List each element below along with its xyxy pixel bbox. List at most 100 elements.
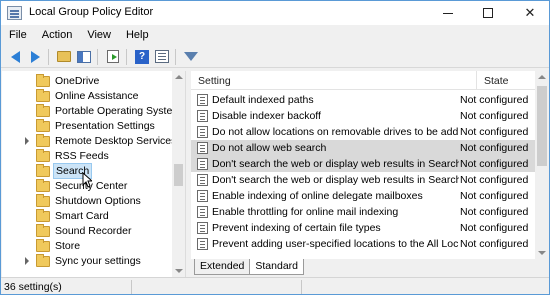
tree-item-portable-operating-system[interactable]: Portable Operating System	[2, 104, 181, 119]
row-state: Not configured	[460, 142, 529, 154]
scroll-up-icon[interactable]	[538, 75, 546, 79]
table-row[interactable]: Prevent indexing of certain file types N…	[191, 220, 535, 236]
forward-icon	[30, 50, 40, 63]
help-button[interactable]: ?	[133, 48, 151, 66]
tree-item-rss-feeds[interactable]: RSS Feeds	[2, 149, 172, 164]
table-row[interactable]: Default indexed paths Not configured	[191, 92, 535, 108]
properties-icon	[155, 50, 169, 63]
maximize-button[interactable]	[471, 1, 505, 25]
minimize-button[interactable]	[431, 1, 465, 25]
row-setting: Prevent adding user-specified locations …	[212, 238, 459, 250]
filter-button[interactable]	[182, 48, 200, 66]
list-header: Setting State	[191, 71, 535, 90]
export-list-button[interactable]	[104, 48, 122, 66]
folder-icon	[36, 209, 50, 222]
column-header-state[interactable]: State	[484, 75, 509, 87]
scroll-up-icon[interactable]	[175, 75, 183, 79]
tree-item-smart-card[interactable]: Smart Card	[2, 209, 172, 224]
menu-action[interactable]: Action	[34, 27, 80, 45]
table-row[interactable]: Disable indexer backoff Not configured	[191, 108, 535, 124]
row-setting: Don't search the web or display web resu…	[212, 174, 459, 186]
window-title: Local Group Policy Editor	[29, 6, 154, 18]
folder-icon	[36, 164, 50, 177]
column-divider[interactable]	[476, 71, 477, 90]
tree-item-label: Presentation Settings	[55, 120, 155, 132]
tree-item-label: Sound Recorder	[55, 225, 132, 237]
row-state: Not configured	[460, 158, 529, 170]
scrollbar-thumb[interactable]	[174, 164, 183, 186]
policy-setting-icon	[197, 190, 208, 202]
folder-icon	[36, 179, 50, 192]
scroll-down-icon[interactable]	[175, 269, 183, 273]
row-setting: Do not allow locations on removable driv…	[212, 126, 459, 138]
toolbar-separator	[126, 48, 127, 65]
policy-setting-icon	[197, 238, 208, 250]
tree-item-onedrive[interactable]: OneDrive	[2, 74, 172, 89]
tree-item-label: Online Assistance	[55, 90, 139, 102]
properties-button[interactable]	[153, 48, 171, 66]
folder-icon	[36, 104, 50, 117]
expand-arrow-icon[interactable]	[25, 137, 29, 145]
folder-icon	[36, 194, 50, 207]
tree-item-remote-desktop-services[interactable]: Remote Desktop Services	[2, 134, 176, 149]
back-button[interactable]	[6, 48, 24, 66]
row-setting: Default indexed paths	[212, 94, 314, 106]
back-icon	[10, 50, 20, 63]
row-setting: Disable indexer backoff	[212, 110, 321, 122]
title-bar[interactable]: Local Group Policy Editor ✕	[1, 1, 549, 25]
menu-file[interactable]: File	[1, 27, 34, 45]
table-row[interactable]: Enable indexing of online delegate mailb…	[191, 188, 535, 204]
tree-vertical-scrollbar[interactable]	[172, 71, 185, 277]
forward-button[interactable]	[26, 48, 44, 66]
minimize-icon	[443, 12, 453, 14]
row-setting: Enable indexing of online delegate mailb…	[212, 190, 423, 202]
show-hide-tree-button[interactable]	[75, 48, 93, 66]
policy-setting-icon	[197, 174, 208, 186]
tree-item-presentation-settings[interactable]: Presentation Settings	[2, 119, 172, 134]
up-one-level-button[interactable]	[55, 48, 73, 66]
help-icon: ?	[135, 49, 149, 64]
menu-view[interactable]: View	[79, 27, 118, 45]
tree-item-shutdown-options[interactable]: Shutdown Options	[2, 194, 172, 209]
tab-extended[interactable]: Extended	[194, 259, 251, 275]
row-setting: Prevent indexing of certain file types	[212, 222, 381, 234]
scroll-down-icon[interactable]	[538, 251, 546, 255]
row-state: Not configured	[460, 110, 529, 122]
table-row[interactable]: Do not allow web search Not configured	[191, 140, 535, 156]
tree-item-sync-your-settings[interactable]: Sync your settings	[2, 254, 172, 269]
row-state: Not configured	[460, 206, 529, 218]
tree-item-label: Portable Operating System	[55, 105, 182, 117]
tree-item-label: Remote Desktop Services	[55, 135, 177, 147]
show-hide-tree-icon	[77, 50, 91, 63]
status-bar: 36 setting(s)	[1, 277, 549, 294]
list-vertical-scrollbar[interactable]	[535, 71, 549, 259]
column-header-setting[interactable]: Setting	[198, 75, 231, 87]
policy-setting-icon	[197, 94, 208, 106]
policy-setting-icon	[197, 126, 208, 138]
table-row[interactable]: Don't search the web or display web resu…	[191, 156, 535, 172]
tree-item-store[interactable]: Store	[2, 239, 172, 254]
folder-icon	[36, 254, 50, 267]
policy-setting-icon	[197, 142, 208, 154]
up-folder-icon	[57, 51, 71, 62]
settings-list-pane: Setting State Default indexed paths Not …	[191, 71, 549, 259]
table-row[interactable]: Don't search the web or display web resu…	[191, 172, 535, 188]
table-row[interactable]: Enable throttling for online mail indexi…	[191, 204, 535, 220]
close-icon: ✕	[524, 5, 536, 20]
scrollbar-thumb[interactable]	[537, 86, 547, 166]
close-button[interactable]: ✕	[513, 1, 547, 25]
tree-item-sound-recorder[interactable]: Sound Recorder	[2, 224, 172, 239]
tree-item-label: Sync your settings	[55, 255, 141, 267]
folder-icon	[36, 119, 50, 132]
maximize-icon	[483, 8, 493, 18]
menu-help[interactable]: Help	[118, 27, 156, 45]
tree-item-online-assistance[interactable]: Online Assistance	[2, 89, 172, 104]
expand-arrow-icon[interactable]	[25, 257, 29, 265]
row-setting: Enable throttling for online mail indexi…	[212, 206, 399, 218]
table-row[interactable]: Do not allow locations on removable driv…	[191, 124, 535, 140]
row-state: Not configured	[460, 126, 529, 138]
folder-icon	[36, 134, 50, 147]
table-row[interactable]: Prevent adding user-specified locations …	[191, 236, 535, 252]
status-text: 36 setting(s)	[4, 281, 62, 293]
tab-standard[interactable]: Standard	[250, 259, 304, 275]
